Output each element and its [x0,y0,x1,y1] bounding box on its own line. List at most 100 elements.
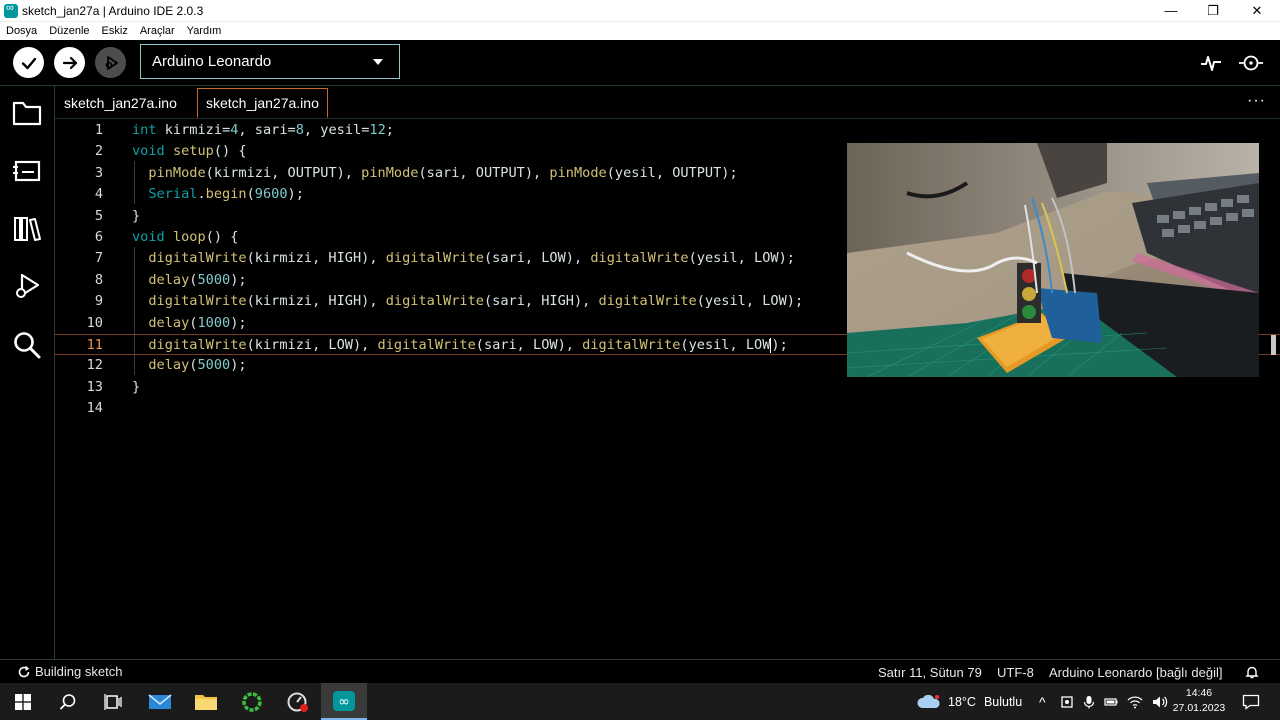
tab-sketch-file[interactable]: sketch_jan27a.ino [56,88,185,118]
menu-araclar[interactable]: Araçlar [134,25,181,37]
line-source: void setup() { [132,143,247,160]
verify-button[interactable] [13,47,44,78]
notification-center-button[interactable] [1228,683,1274,720]
maximize-button[interactable]: ❐ [1192,0,1234,21]
line-number: 6 [94,229,103,245]
refresh-icon [18,665,30,677]
status-bar: Building sketch Satır 11, Sütun 79 UTF-8… [0,659,1280,683]
line-number: 12 [86,357,103,374]
line-number: 3 [94,164,103,181]
microphone-icon[interactable] [1083,695,1095,709]
line-source: void loop() { [132,229,239,245]
line-number: 2 [94,143,103,160]
line-source: delay(1000); [148,314,247,331]
board-port-status[interactable]: Arduino Leonardo [bağlı değil] [1049,665,1222,680]
search-icon [14,332,41,359]
line-source: delay(5000); [148,357,247,374]
line-number: 1 [94,122,103,138]
svg-text:∞: ∞ [338,694,350,710]
notification-bell-icon[interactable] [1245,665,1259,679]
menu-duzenle[interactable]: Düzenle [43,25,95,37]
tab-sketch-file-active[interactable]: sketch_jan27a.ino [197,88,328,118]
taskbar-recorder-app[interactable] [275,683,321,720]
traffic-light-photo [847,143,1259,377]
board-selector[interactable]: Arduino Leonardo [140,44,400,79]
serial-monitor-button[interactable] [1238,50,1264,76]
cursor-position[interactable]: Satır 11, Sütun 79 [878,665,982,680]
line-source: digitalWrite(kirmizi, LOW), digitalWrite… [148,337,788,353]
arduino-icon: ∞ [333,690,355,711]
toolbar: Arduino Leonardo [0,40,1280,86]
line-source: digitalWrite(kirmizi, HIGH), digitalWrit… [148,250,795,267]
line-number: 13 [86,378,103,395]
editor-tabs: sketch_jan27a.ino sketch_jan27a.ino ··· [55,86,1280,119]
serial-plotter-button[interactable] [1198,50,1224,76]
windows-logo-icon [15,693,31,710]
taskbar-mail-app[interactable] [137,683,183,720]
mail-icon [148,693,172,709]
taskbar-app-green[interactable] [229,683,275,720]
plotter-icon [1201,56,1221,71]
volume-icon[interactable] [1152,695,1168,709]
line-source: } [132,378,141,395]
system-tray-icons [1060,683,1168,720]
line-source: delay(5000); [148,271,247,288]
menu-yardim[interactable]: Yardım [181,25,228,37]
library-manager-button[interactable] [10,212,44,246]
code-line: 13} [55,377,1280,398]
clock-time: 14:46 [1185,687,1213,699]
line-number: 4 [94,186,103,203]
task-view-button[interactable] [90,683,136,720]
debug-panel-button[interactable] [10,270,44,304]
sketchbook-button[interactable] [10,96,44,130]
gauge-icon [287,692,308,712]
board-icon [13,160,41,182]
network-status-icon[interactable] [1060,695,1074,709]
arrow-right-icon [62,56,77,69]
minimize-button[interactable]: — [1150,0,1192,21]
line-source: } [132,207,141,224]
close-button[interactable]: ✕ [1236,0,1278,21]
menu-eskiz[interactable]: Eskiz [96,25,134,37]
library-icon [14,217,41,241]
wifi-icon[interactable] [1127,695,1143,709]
line-source: pinMode(kirmizi, OUTPUT), pinMode(sari, … [148,164,738,181]
webcam-video-overlay [847,143,1259,377]
search-button[interactable] [10,328,44,362]
more-options-icon[interactable]: ··· [1247,92,1266,110]
taskbar-arduino-ide[interactable]: ∞ [321,683,367,720]
cloud-icon [917,694,940,708]
tray-chevron[interactable]: ^ [1039,683,1046,720]
menu-dosya[interactable]: Dosya [0,25,43,37]
text-cursor [770,337,772,353]
taskbar-search-button[interactable] [45,683,91,720]
line-number: 14 [86,400,103,417]
weather-widget[interactable]: 18°C Bulutlu [916,683,1022,720]
clock-date: 27.01.2023 [1172,702,1226,714]
chevron-down-icon [373,59,383,65]
line-number: 9 [94,293,103,310]
upload-button[interactable] [54,47,85,78]
battery-icon[interactable] [1104,696,1118,708]
code-line: 1 int kirmizi=4, sari=8, yesil=12; [55,120,1280,141]
checkmark-icon [21,57,36,69]
arduino-ide-window: sketch_jan27a | Arduino IDE 2.0.3 — ❐ ✕ … [0,0,1280,720]
debug-button[interactable] [95,47,126,78]
task-view-icon [104,693,122,710]
boards-manager-button[interactable] [10,154,44,188]
line-source: Serial.begin(9600); [148,186,304,203]
windows-taskbar: ∞ 18°C Bulutlu ^ 14:46 27.01.2023 [0,683,1280,720]
encoding-label[interactable]: UTF-8 [997,665,1034,680]
editor-scrollbar[interactable] [1271,335,1276,355]
search-icon [59,693,76,710]
weather-temp: 18°C [948,694,976,709]
start-button[interactable] [0,683,46,720]
left-sidebar [0,86,55,659]
system-clock[interactable]: 14:46 27.01.2023 [1172,686,1226,716]
folder-icon [195,694,217,710]
taskbar-file-explorer[interactable] [183,683,229,720]
serial-monitor-icon [1238,55,1264,71]
weather-desc: Bulutlu [983,694,1023,709]
code-line: 14 [55,398,1280,419]
menu-bar: Dosya Düzenle Eskiz Araçlar Yardım [0,21,1280,40]
